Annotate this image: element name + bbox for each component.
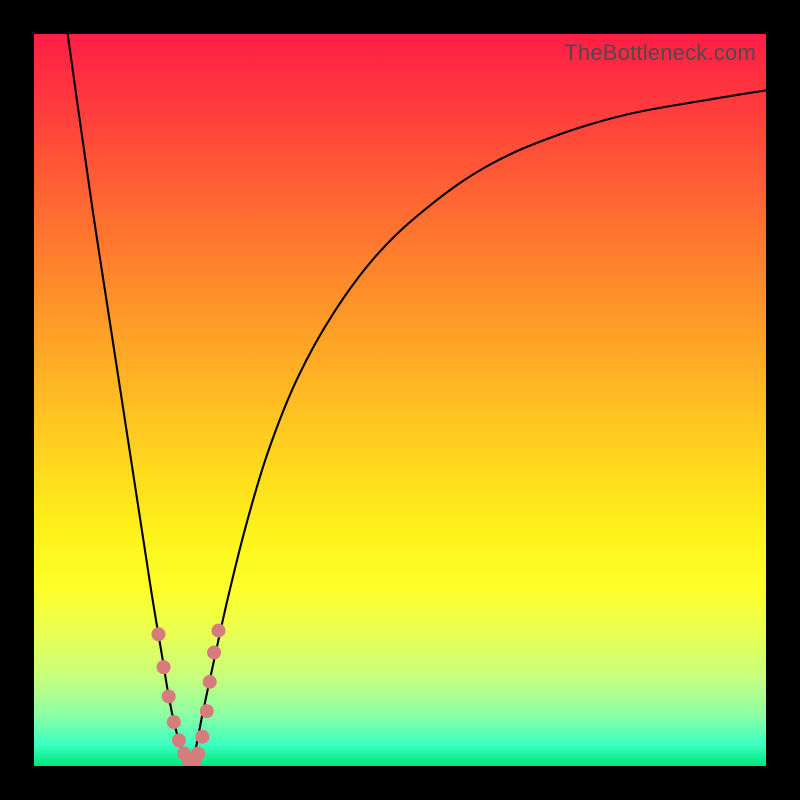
marker-dot: [211, 624, 225, 638]
marker-dot: [191, 747, 205, 761]
marker-dot: [207, 646, 221, 660]
marker-dot: [162, 689, 176, 703]
marker-dot: [167, 715, 181, 729]
chart-svg: [34, 34, 766, 766]
marker-dot: [172, 733, 186, 747]
marker-dot: [195, 730, 209, 744]
marker-dot: [151, 627, 165, 641]
chart-frame: TheBottleneck.com: [0, 0, 800, 800]
right-branch-curve: [189, 90, 766, 766]
marker-layer: [151, 624, 225, 766]
marker-dot: [203, 675, 217, 689]
left-branch-curve: [68, 34, 190, 766]
chart-plot-area: TheBottleneck.com: [34, 34, 766, 766]
curve-layer: [68, 34, 766, 766]
marker-dot: [157, 660, 171, 674]
marker-dot: [200, 704, 214, 718]
